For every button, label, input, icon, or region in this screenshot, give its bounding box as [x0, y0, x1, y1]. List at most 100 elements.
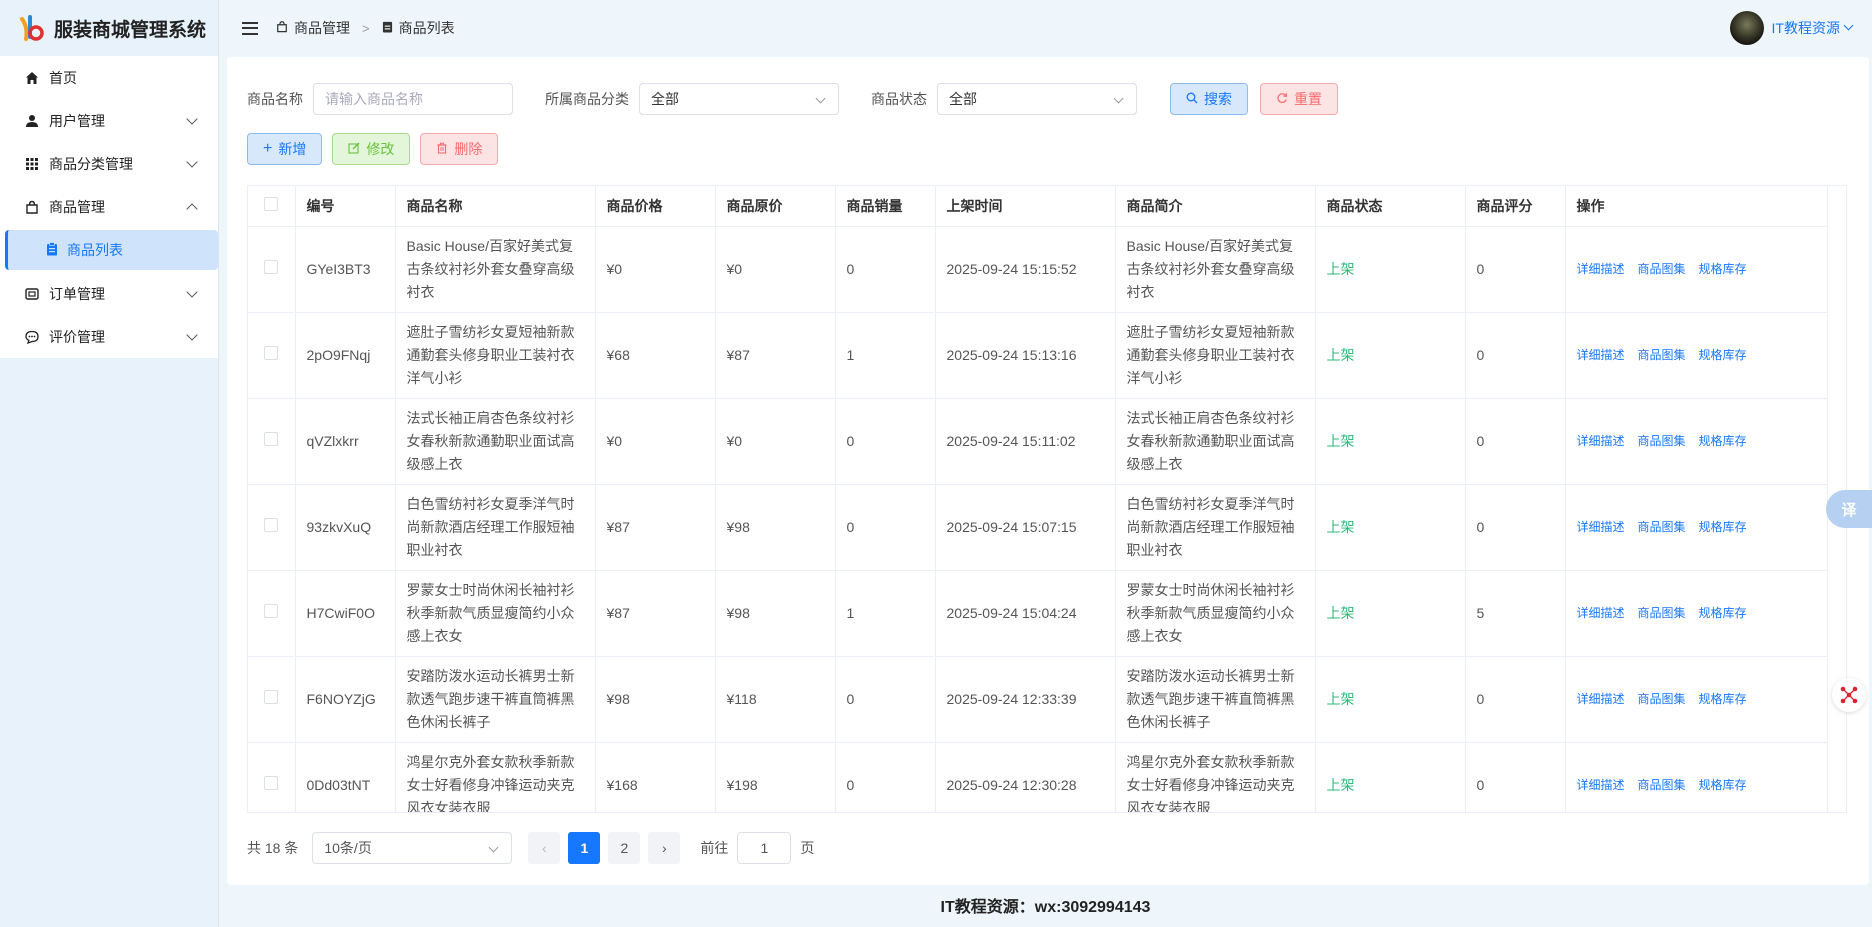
- sidebar-item-product-list[interactable]: 商品列表: [5, 230, 218, 270]
- gallery-link[interactable]: 商品图集: [1638, 778, 1686, 792]
- sidebar-item-reviews[interactable]: 评价管理: [0, 315, 218, 358]
- cell-id: 0Dd03tNT: [295, 742, 396, 812]
- user-icon: [24, 113, 40, 129]
- user-name[interactable]: IT教程资源: [1772, 18, 1840, 38]
- table-row[interactable]: GYeI3BT3 Basic House/百家好美式复古条纹衬衫外套女叠穿高级衬衣…: [248, 226, 1830, 313]
- stock-link[interactable]: 规格库存: [1699, 520, 1747, 534]
- cell-status: 上架: [1315, 312, 1466, 399]
- gallery-link[interactable]: 商品图集: [1638, 348, 1686, 362]
- cell-id: H7CwiF0O: [295, 570, 396, 657]
- select-all-checkbox[interactable]: [264, 197, 279, 212]
- status-select-value: 全部: [949, 91, 977, 107]
- cell-name: 法式长袖正肩杏色条纹衬衫女春秋新款通勤职业面试高级感上衣: [395, 398, 596, 485]
- row-checkbox[interactable]: [264, 689, 279, 704]
- cell-actions: 详细描述 商品图集 规格库存: [1565, 656, 1830, 743]
- stock-link[interactable]: 规格库存: [1699, 692, 1747, 706]
- translate-button[interactable]: 译: [1826, 490, 1872, 528]
- breadcrumb-item[interactable]: 商品管理: [294, 18, 350, 38]
- stock-link[interactable]: 规格库存: [1699, 262, 1747, 276]
- product-name-input[interactable]: 请输入商品名称: [313, 83, 513, 115]
- user-menu[interactable]: IT教程资源: [1729, 11, 1854, 45]
- cell-price: ¥87: [595, 570, 716, 657]
- cell-time: 2025-09-24 15:13:16: [935, 312, 1116, 399]
- row-checkbox[interactable]: [264, 775, 279, 790]
- page-button[interactable]: 1: [568, 832, 601, 864]
- menu-toggle-icon[interactable]: [242, 21, 258, 35]
- row-checkbox[interactable]: [264, 603, 279, 618]
- prev-page-button[interactable]: ‹: [528, 832, 561, 864]
- sidebar-item-orders[interactable]: 订单管理: [0, 272, 218, 315]
- cell-id: 93zkvXuQ: [295, 484, 396, 571]
- detail-link[interactable]: 详细描述: [1577, 348, 1625, 362]
- sidebar: 服装商城管理系统 首页 用户管理 商品分类管理 商品管理 商品列表 订单管理 评…: [0, 0, 219, 927]
- row-checkbox[interactable]: [264, 431, 279, 446]
- sidebar-item-home[interactable]: 首页: [0, 56, 218, 99]
- order-icon: [24, 286, 40, 302]
- cell-orig: ¥87: [715, 312, 836, 399]
- bag-icon: [24, 199, 40, 215]
- search-button[interactable]: 搜索: [1170, 83, 1248, 115]
- cell-price: ¥68: [595, 312, 716, 399]
- reset-button-label: 重置: [1294, 91, 1322, 107]
- table-row[interactable]: 93zkvXuQ 白色雪纺衬衫女夏季洋气时尚新款酒店经理工作服短袖职业衬衣 ¥87 ¥…: [248, 484, 1830, 571]
- edit-button[interactable]: 修改: [332, 133, 411, 165]
- cell-price: ¥168: [595, 742, 716, 812]
- side-menu: 首页 用户管理 商品分类管理 商品管理 商品列表 订单管理 评价管理: [0, 56, 218, 358]
- row-checkbox[interactable]: [264, 517, 279, 532]
- category-filter-label: 所属商品分类: [545, 91, 629, 107]
- table-row[interactable]: H7CwiF0O 罗蒙女士时尚休闲长袖衬衫秋季新款气质显瘦简约小众感上衣女 ¥87 ¥…: [248, 570, 1830, 657]
- cell-desc: 法式长袖正肩杏色条纹衬衫女春秋新款通勤职业面试高级感上衣: [1115, 398, 1316, 485]
- cell-score: 0: [1465, 742, 1566, 812]
- gallery-link[interactable]: 商品图集: [1638, 692, 1686, 706]
- add-button[interactable]: + 新增: [247, 133, 323, 165]
- cell-price: ¥0: [595, 226, 716, 313]
- chevron-down-icon: [1843, 20, 1854, 31]
- stock-link[interactable]: 规格库存: [1699, 778, 1747, 792]
- stock-link[interactable]: 规格库存: [1699, 348, 1747, 362]
- cell-orig: ¥118: [715, 656, 836, 743]
- sidebar-item-categories[interactable]: 商品分类管理: [0, 142, 218, 185]
- sidebar-item-products[interactable]: 商品管理: [0, 185, 218, 228]
- category-select[interactable]: 全部: [639, 83, 839, 115]
- detail-link[interactable]: 详细描述: [1577, 692, 1625, 706]
- detail-link[interactable]: 详细描述: [1577, 606, 1625, 620]
- refresh-icon: [1276, 91, 1288, 107]
- detail-link[interactable]: 详细描述: [1577, 778, 1625, 792]
- row-checkbox[interactable]: [264, 345, 279, 360]
- gallery-link[interactable]: 商品图集: [1638, 434, 1686, 448]
- home-icon: [24, 70, 40, 86]
- network-icon[interactable]: [1832, 678, 1866, 712]
- cell-status: 上架: [1315, 484, 1466, 571]
- cell-sales: 0: [835, 398, 936, 485]
- table-row[interactable]: 2pO9FNqj 遮肚子雪纺衫女夏短袖新款通勤套头修身职业工装衬衣洋气小衫 ¥68 ¥…: [248, 312, 1830, 399]
- cell-price: ¥0: [595, 398, 716, 485]
- avatar[interactable]: [1729, 11, 1764, 45]
- detail-link[interactable]: 详细描述: [1577, 262, 1625, 276]
- search-button-label: 搜索: [1204, 91, 1232, 107]
- table-row[interactable]: qVZlxkrr 法式长袖正肩杏色条纹衬衫女春秋新款通勤职业面试高级感上衣 ¥0 ¥0…: [248, 398, 1830, 485]
- cell-status: 上架: [1315, 226, 1466, 313]
- detail-link[interactable]: 详细描述: [1577, 434, 1625, 448]
- stock-link[interactable]: 规格库存: [1699, 606, 1747, 620]
- delete-button[interactable]: 删除: [420, 133, 499, 165]
- page-size-select[interactable]: 10条/页: [312, 832, 513, 864]
- cell-time: 2025-09-24 12:33:39: [935, 656, 1116, 743]
- gallery-link[interactable]: 商品图集: [1638, 606, 1686, 620]
- chevron-down-icon: [186, 328, 198, 341]
- detail-link[interactable]: 详细描述: [1577, 520, 1625, 534]
- reset-button[interactable]: 重置: [1260, 83, 1338, 115]
- gallery-link[interactable]: 商品图集: [1638, 262, 1686, 276]
- cell-status: 上架: [1315, 742, 1466, 812]
- gallery-link[interactable]: 商品图集: [1638, 520, 1686, 534]
- goto-page-input[interactable]: 1: [737, 832, 792, 864]
- sidebar-item-users[interactable]: 用户管理: [0, 99, 218, 142]
- row-checkbox[interactable]: [264, 259, 279, 274]
- column-header: 商品销量: [835, 186, 936, 227]
- next-page-button[interactable]: ›: [648, 832, 681, 864]
- table-row[interactable]: F6NOYZjG 安踏防泼水运动长裤男士新款透气跑步速干裤直筒裤黑色休闲长裤子 ¥9…: [248, 656, 1830, 743]
- stock-link[interactable]: 规格库存: [1699, 434, 1747, 448]
- cell-name: 鸿星尔克外套女款秋季新款女士好看修身冲锋运动夹克风衣女装衣服: [395, 742, 596, 812]
- page-button[interactable]: 2: [608, 832, 641, 864]
- status-select[interactable]: 全部: [937, 83, 1137, 115]
- table-row[interactable]: 0Dd03tNT 鸿星尔克外套女款秋季新款女士好看修身冲锋运动夹克风衣女装衣服 ¥1…: [248, 742, 1830, 812]
